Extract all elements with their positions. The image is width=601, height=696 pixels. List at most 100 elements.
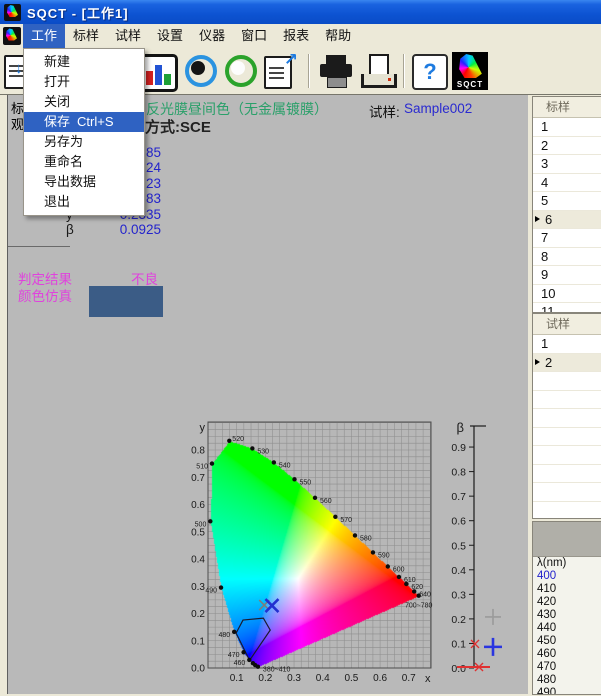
- table-row[interactable]: 9: [533, 266, 601, 285]
- menu-item-open[interactable]: 打开: [24, 72, 144, 92]
- menubar-item-standard[interactable]: 标样: [65, 24, 107, 48]
- judge-result-value: 不良: [131, 268, 158, 288]
- app-logo-icon: [4, 4, 21, 21]
- menu-item-save[interactable]: 保存Ctrl+S: [24, 112, 144, 132]
- wavelength-row[interactable]: 450: [533, 635, 601, 648]
- table-row[interactable]: 6: [533, 211, 601, 230]
- table-row[interactable]: 3: [533, 155, 601, 174]
- value-number: 85: [146, 145, 161, 160]
- empty-row[interactable]: [533, 372, 601, 391]
- menu-item-new[interactable]: 新建: [24, 52, 144, 72]
- empty-row[interactable]: [533, 446, 601, 465]
- menu-item-rename[interactable]: 重命名: [24, 152, 144, 172]
- empty-row[interactable]: [533, 483, 601, 502]
- table-row[interactable]: 5: [533, 192, 601, 211]
- application-window: SQCT - [工作1] 工作标样试样设置仪器窗口报表帮助 ↓: [0, 0, 601, 694]
- menubar-item-settings[interactable]: 设置: [149, 24, 191, 48]
- table-row[interactable]: 1: [533, 118, 601, 137]
- table-row[interactable]: 11: [533, 303, 601, 313]
- table-row[interactable]: 2: [533, 137, 601, 156]
- title-bar: SQCT - [工作1]: [0, 0, 601, 24]
- value-number: 24: [146, 160, 161, 175]
- black-center-dot: [191, 61, 205, 75]
- value-number: 83: [146, 191, 161, 206]
- sqct-logo-icon[interactable]: SQCT: [452, 52, 488, 90]
- current-row-marker-icon: [535, 359, 540, 365]
- wavelength-row[interactable]: 420: [533, 596, 601, 609]
- menubar-item-sample[interactable]: 试样: [107, 24, 149, 48]
- svg-text:0.5: 0.5: [191, 527, 205, 538]
- row-number: 3: [541, 156, 548, 171]
- row-number: 10: [541, 286, 555, 301]
- menu-item-save-as[interactable]: 另存为: [24, 132, 144, 152]
- empty-row[interactable]: [533, 391, 601, 410]
- bar-chart-icon[interactable]: [140, 54, 178, 92]
- menubar-item-help[interactable]: 帮助: [317, 24, 359, 48]
- menu-item-label: 导出数据: [44, 174, 96, 189]
- table-row[interactable]: 4: [533, 174, 601, 193]
- menu-item-label: 重命名: [44, 154, 83, 169]
- empty-row[interactable]: [533, 502, 601, 520]
- export-report-icon[interactable]: ↗: [261, 52, 299, 90]
- wavelength-panel: λ(nm)400410420430440450460470480490: [532, 521, 601, 695]
- print-icon[interactable]: [317, 52, 355, 90]
- menu-dropdown-work: 新建打开关闭保存Ctrl+S另存为重命名导出数据退出: [23, 48, 145, 216]
- child-window-icon[interactable]: [3, 27, 21, 45]
- help-icon[interactable]: ?: [412, 54, 448, 90]
- wavelength-row[interactable]: 470: [533, 661, 601, 674]
- print-preview-icon[interactable]: [358, 52, 396, 90]
- menu-item-label: 新建: [44, 54, 70, 69]
- red-bar: [146, 71, 153, 85]
- blue-arrow-up-right: ↗: [284, 50, 298, 70]
- sample-label: 试样:: [369, 101, 400, 121]
- menu-bar-items: 工作标样试样设置仪器窗口报表帮助: [23, 24, 359, 48]
- svg-text:0.5: 0.5: [451, 540, 466, 552]
- menu-item-export-data[interactable]: 导出数据: [24, 172, 144, 192]
- table-row[interactable]: 1: [533, 335, 601, 354]
- table-row[interactable]: 10: [533, 285, 601, 304]
- svg-text:520: 520: [232, 436, 244, 443]
- color-simulation-swatch: [89, 286, 163, 317]
- wavelength-row[interactable]: 400: [533, 570, 601, 583]
- svg-text:0.7: 0.7: [451, 491, 466, 503]
- row-number: 2: [541, 355, 552, 370]
- wavelength-row[interactable]: 480: [533, 674, 601, 687]
- table-row[interactable]: 8: [533, 248, 601, 267]
- menu-item-label: 打开: [44, 74, 70, 89]
- wavelength-row[interactable]: 410: [533, 583, 601, 596]
- svg-text:480: 480: [218, 632, 230, 639]
- value-number: 23: [146, 176, 161, 191]
- svg-text:560: 560: [320, 498, 332, 505]
- wavelength-header: λ(nm): [533, 557, 601, 570]
- table-row[interactable]: 7: [533, 229, 601, 248]
- menu-item-exit[interactable]: 退出: [24, 192, 144, 212]
- menu-bar: 工作标样试样设置仪器窗口报表帮助: [0, 24, 601, 48]
- svg-text:550: 550: [299, 479, 311, 486]
- sample-name: Sample002: [404, 101, 472, 116]
- blue-arrow-down: ↓: [15, 60, 23, 77]
- menu-item-close[interactable]: 关闭: [24, 92, 144, 112]
- row-number: 2: [541, 138, 548, 153]
- wavelength-row[interactable]: 430: [533, 609, 601, 622]
- empty-row[interactable]: [533, 465, 601, 484]
- menubar-item-window[interactable]: 窗口: [233, 24, 275, 48]
- svg-text:0.0: 0.0: [451, 663, 466, 675]
- target-standard-icon[interactable]: [182, 52, 218, 90]
- svg-text:y: y: [200, 422, 206, 434]
- window-title: SQCT - [工作1]: [27, 3, 129, 22]
- menubar-item-work[interactable]: 工作: [23, 24, 65, 48]
- cie-logo-shape: [5, 28, 18, 41]
- wavelength-row[interactable]: 440: [533, 622, 601, 635]
- table-row[interactable]: 2: [533, 354, 601, 373]
- menubar-item-instrument[interactable]: 仪器: [191, 24, 233, 48]
- printer-tray: [327, 77, 347, 88]
- row-number: 7: [541, 230, 548, 245]
- svg-text:600: 600: [393, 566, 405, 573]
- row-number: 8: [541, 249, 548, 264]
- svg-text:700~780: 700~780: [405, 603, 433, 610]
- empty-row[interactable]: [533, 428, 601, 447]
- target-sample-icon[interactable]: [222, 52, 258, 90]
- empty-row[interactable]: [533, 409, 601, 428]
- menubar-item-report[interactable]: 报表: [275, 24, 317, 48]
- wavelength-row[interactable]: 460: [533, 648, 601, 661]
